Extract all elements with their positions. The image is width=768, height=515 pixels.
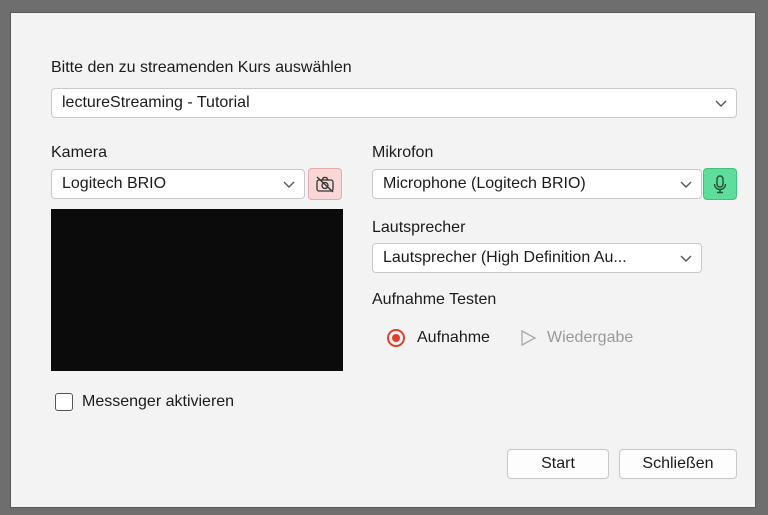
messenger-label: Messenger aktivieren — [82, 393, 235, 410]
chevron-down-icon — [283, 181, 295, 188]
microphone-icon — [713, 175, 727, 194]
play-icon — [521, 329, 537, 347]
start-button[interactable]: Start — [507, 449, 609, 479]
camera-preview — [51, 209, 343, 371]
close-button[interactable]: Schließen — [619, 449, 737, 479]
course-select[interactable]: lectureStreaming - Tutorial — [51, 88, 737, 118]
camera-select-value: Logitech BRIO — [62, 175, 167, 192]
chevron-down-icon — [680, 255, 692, 262]
stream-setup-dialog: Bitte den zu streamenden Kurs auswählen … — [10, 12, 756, 508]
camera-select[interactable]: Logitech BRIO — [51, 169, 305, 199]
speaker-select-value: Lautsprecher (High Definition Au... — [383, 249, 627, 266]
test-recording-label: Aufnahme Testen — [372, 291, 497, 308]
course-select-value: lectureStreaming - Tutorial — [62, 94, 250, 111]
record-radio-icon — [387, 329, 405, 347]
microphone-toggle-button[interactable] — [703, 168, 737, 200]
microphone-select-value: Microphone (Logitech BRIO) — [383, 175, 586, 192]
record-label: Aufnahme — [417, 329, 490, 346]
speaker-select[interactable]: Lautsprecher (High Definition Au... — [372, 243, 702, 273]
camera-off-icon — [316, 176, 334, 193]
camera-label: Kamera — [51, 144, 108, 161]
record-option[interactable]: Aufnahme — [387, 329, 490, 347]
chevron-down-icon — [680, 181, 692, 188]
microphone-select[interactable]: Microphone (Logitech BRIO) — [372, 169, 702, 199]
playback-option[interactable]: Wiedergabe — [519, 329, 633, 347]
chevron-down-icon — [715, 100, 727, 107]
speaker-label: Lautsprecher — [372, 219, 466, 236]
microphone-label: Mikrofon — [372, 144, 434, 161]
camera-toggle-button[interactable] — [308, 168, 342, 200]
course-label: Bitte den zu streamenden Kurs auswählen — [51, 59, 352, 76]
messenger-checkbox[interactable] — [55, 393, 73, 411]
playback-label: Wiedergabe — [547, 329, 634, 346]
